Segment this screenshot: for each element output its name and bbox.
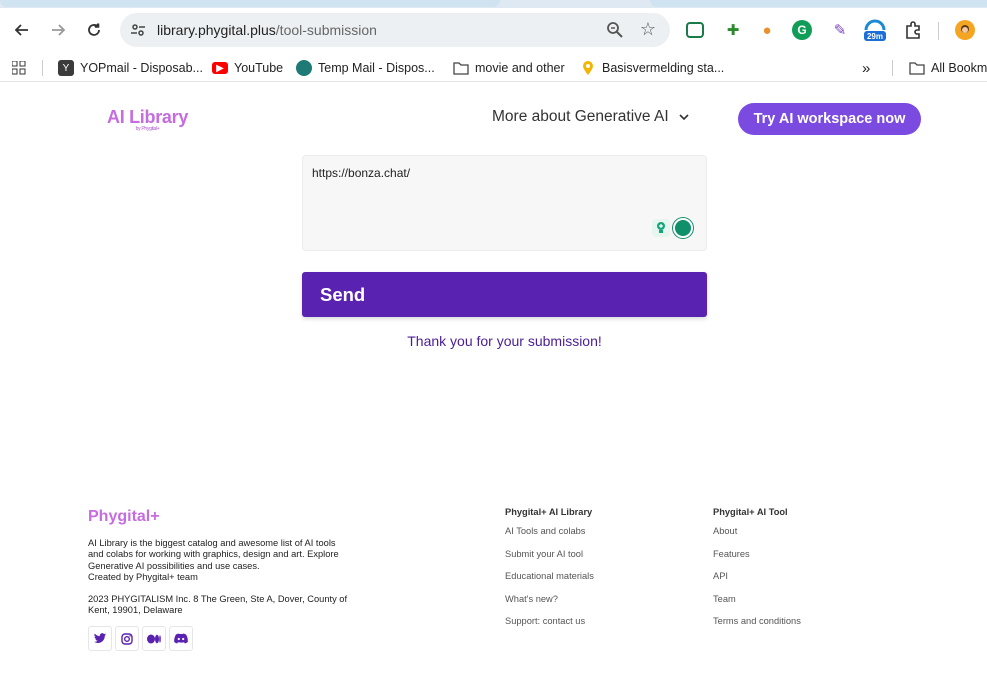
bookmark-star-icon[interactable]: ☆ — [640, 19, 656, 40]
footer-column-ai-tool: Phygital+ AI Tool About Features API Tea… — [713, 507, 801, 639]
bookmark-basisvermelding[interactable]: Basisvermelding sta... — [580, 59, 724, 77]
footer-link[interactable]: Features — [713, 549, 801, 572]
site-settings-icon[interactable] — [130, 22, 146, 38]
extension-add-icon[interactable]: ✚ — [722, 19, 744, 41]
footer-logo[interactable]: Phygital+ — [88, 508, 160, 526]
tool-url-textarea[interactable]: https://bonza.chat/ — [302, 155, 707, 251]
bookmark-tempmail[interactable]: Temp Mail - Dispos... — [296, 59, 435, 77]
submission-success-message: Thank you for your submission! — [407, 333, 602, 349]
zoom-icon[interactable] — [606, 21, 624, 39]
ai-library-logo[interactable]: AI Library by Phygital+ — [107, 107, 188, 132]
back-icon[interactable] — [10, 18, 34, 42]
medium-icon[interactable] — [142, 626, 166, 651]
footer-link[interactable]: Educational materials — [505, 571, 594, 594]
extension-timer-icon[interactable]: 29m — [862, 19, 888, 41]
try-ai-workspace-button[interactable]: Try AI workspace now — [738, 103, 921, 135]
youtube-icon: ▶ — [212, 62, 228, 74]
footer-link[interactable]: Support: contact us — [505, 616, 594, 639]
svg-text:29m: 29m — [867, 32, 883, 41]
url-text[interactable]: library.phygital.plus/tool-submission — [157, 22, 377, 38]
page-content: AI Library by Phygital+ More about Gener… — [0, 88, 987, 677]
send-button[interactable]: Send — [302, 272, 707, 317]
apps-grid-icon[interactable] — [12, 59, 26, 77]
discord-icon[interactable] — [169, 626, 193, 651]
footer-column-ai-library: Phygital+ AI Library AI Tools and colabs… — [505, 507, 594, 639]
grammarly-icon[interactable]: G — [792, 20, 812, 40]
extension-user-check-icon[interactable]: ● — [756, 19, 778, 41]
chevron-down-icon — [679, 114, 689, 121]
browser-tab-strip — [0, 0, 987, 8]
yopmail-icon: Y — [58, 60, 74, 76]
extension-bulb-icon[interactable] — [652, 219, 670, 237]
location-pin-icon — [580, 60, 596, 76]
profile-avatar[interactable] — [955, 20, 975, 40]
bookmarks-divider — [42, 60, 43, 76]
browser-toolbar: library.phygital.plus/tool-submission ☆ … — [0, 8, 987, 52]
footer-description: AI Library is the biggest catalog and aw… — [88, 538, 339, 582]
instagram-icon[interactable] — [115, 626, 139, 651]
tempmail-icon — [296, 60, 312, 76]
address-bar[interactable]: library.phygital.plus/tool-submission ☆ — [120, 13, 670, 47]
forward-icon[interactable] — [46, 18, 70, 42]
bookmarks-bar: Y YOPmail - Disposab... ▶ YouTube Temp M… — [0, 52, 987, 82]
footer-link[interactable]: Submit your AI tool — [505, 549, 594, 572]
footer-link[interactable]: What's new? — [505, 594, 594, 617]
footer-link[interactable]: About — [713, 526, 801, 549]
extensions-puzzle-icon[interactable] — [902, 19, 924, 41]
browser-tab[interactable] — [650, 0, 987, 7]
folder-icon — [909, 60, 925, 76]
all-bookmarks[interactable]: All Bookm — [909, 59, 987, 77]
browser-tab-active[interactable] — [0, 0, 500, 7]
more-about-generative-ai-menu[interactable]: More about Generative AI — [492, 108, 689, 126]
extension-robot-icon[interactable] — [686, 22, 704, 38]
footer-link[interactable]: AI Tools and colabs — [505, 526, 594, 549]
extension-feather-icon[interactable]: ✎ — [829, 19, 851, 41]
bookmark-folder-movie[interactable]: movie and other — [453, 59, 565, 77]
footer-address: 2023 PHYGITALISM Inc. 8 The Green, Ste A… — [88, 594, 348, 616]
reload-icon[interactable] — [82, 18, 106, 42]
bookmark-youtube[interactable]: ▶ YouTube — [212, 59, 283, 77]
folder-icon — [453, 60, 469, 76]
bookmark-yopmail[interactable]: Y YOPmail - Disposab... — [58, 59, 203, 77]
footer-link[interactable]: Team — [713, 594, 801, 617]
bookmarks-overflow-icon[interactable]: » — [862, 59, 870, 77]
bookmarks-divider — [892, 60, 893, 76]
footer-link[interactable]: API — [713, 571, 801, 594]
grammarly-badge-icon[interactable] — [673, 218, 693, 238]
footer-link[interactable]: Terms and conditions — [713, 616, 801, 639]
toolbar-divider — [938, 22, 939, 40]
twitter-icon[interactable] — [88, 626, 112, 651]
social-links — [88, 626, 193, 651]
